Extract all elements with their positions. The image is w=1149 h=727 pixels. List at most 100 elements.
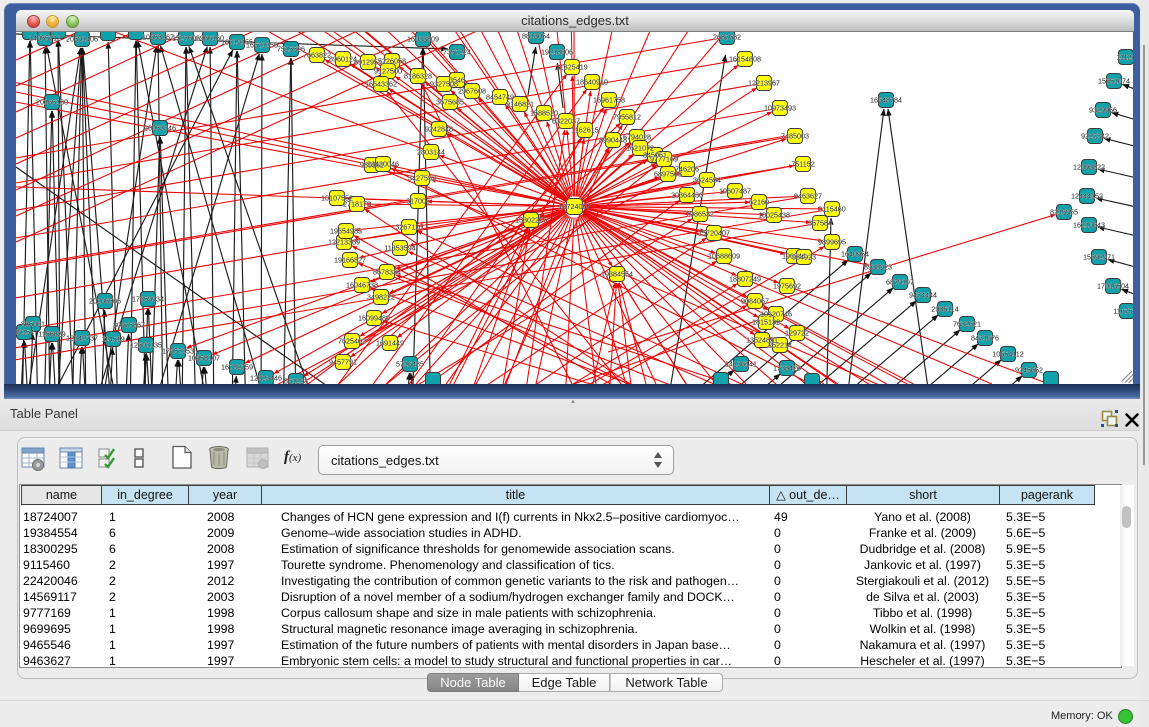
svg-text:12213369: 12213369	[328, 238, 360, 247]
svg-text:5716485: 5716485	[396, 360, 424, 369]
svg-text:15692971: 15692971	[1083, 253, 1115, 262]
svg-text:9777169: 9777169	[650, 155, 678, 164]
svg-text:8938923: 8938923	[864, 263, 892, 272]
svg-text:934923: 934923	[792, 253, 816, 262]
svg-text:39154: 39154	[16, 328, 34, 337]
svg-text:10688609: 10688609	[708, 252, 740, 261]
svg-text:16543362: 16543362	[365, 80, 397, 89]
svg-text:861223: 861223	[284, 377, 308, 385]
svg-text:317006: 317006	[406, 197, 430, 206]
svg-text:16648784: 16648784	[870, 96, 902, 105]
svg-text:7955812: 7955812	[613, 113, 641, 122]
svg-text:12342737: 12342737	[66, 334, 98, 343]
svg-text:1640954: 1640954	[841, 250, 869, 259]
svg-text:12093822: 12093822	[1073, 163, 1105, 172]
svg-text:16033809: 16033809	[407, 35, 439, 44]
svg-text:10025438: 10025438	[758, 211, 790, 220]
svg-text:1167533: 1167533	[1113, 307, 1133, 316]
svg-text:14055712: 14055712	[29, 34, 61, 43]
svg-text:8215955: 8215955	[1050, 208, 1078, 217]
svg-text:3267110: 3267110	[395, 223, 422, 232]
svg-text:16961758: 16961758	[593, 96, 625, 105]
svg-text:9084067: 9084067	[741, 297, 769, 306]
svg-text:12444152: 12444152	[1071, 192, 1103, 201]
svg-text:26053346: 26053346	[144, 124, 176, 133]
svg-text:8960124: 8960124	[329, 55, 357, 64]
svg-text:252214: 252214	[768, 341, 792, 350]
svg-text:10607487: 10607487	[719, 187, 751, 196]
svg-text:10958107: 10958107	[188, 354, 220, 363]
svg-text:2967608: 2967608	[458, 87, 486, 96]
svg-text:3427552: 3427552	[408, 174, 436, 183]
svg-text:6322037: 6322037	[552, 117, 580, 126]
svg-text:9457791: 9457791	[329, 358, 357, 367]
svg-text:8678334: 8678334	[373, 268, 401, 277]
svg-text:7485003: 7485003	[781, 132, 809, 141]
svg-text:2935114: 2935114	[931, 305, 958, 314]
svg-text:1815132: 1815132	[752, 318, 780, 327]
svg-text:10654112: 10654112	[992, 350, 1023, 359]
svg-text:9127500: 9127500	[374, 67, 402, 76]
svg-text:1733426: 1733426	[773, 364, 801, 373]
svg-text:18640910: 18640910	[576, 78, 608, 87]
svg-text:6966160: 6966160	[196, 34, 224, 43]
svg-text:3624554: 3624554	[693, 176, 721, 185]
svg-text:19384554: 19384554	[601, 270, 633, 279]
svg-text:14136141: 14136141	[725, 360, 757, 369]
svg-text:9899695: 9899695	[818, 238, 846, 247]
svg-text:7663822: 7663822	[303, 51, 331, 60]
svg-text:1156829: 1156829	[38, 330, 65, 339]
svg-text:8186328: 8186328	[404, 72, 432, 81]
svg-text:30975867: 30975867	[113, 321, 145, 330]
svg-text:1691449: 1691449	[376, 339, 404, 348]
svg-text:751152: 751152	[791, 160, 814, 169]
svg-text:20165130: 20165130	[36, 98, 68, 107]
svg-text:6794028: 6794028	[623, 133, 651, 142]
svg-text:3675685: 3675685	[436, 98, 464, 107]
svg-text:16099489: 16099489	[358, 314, 390, 323]
svg-text:114519: 114519	[101, 335, 124, 344]
svg-text:8813054: 8813054	[522, 32, 550, 41]
svg-text:15720407: 15720407	[698, 229, 730, 238]
svg-text:62160: 62160	[749, 198, 769, 207]
svg-text:20206506: 20206506	[89, 297, 121, 306]
svg-text:10653267: 10653267	[142, 33, 174, 42]
svg-text:23420046: 23420046	[367, 160, 399, 169]
svg-text:19166827: 19166827	[334, 256, 366, 265]
svg-text:9242848: 9242848	[425, 125, 453, 134]
svg-text:12213967: 12213967	[748, 79, 780, 88]
svg-text:7625402: 7625402	[338, 337, 366, 346]
svg-text:10107552: 10107552	[321, 194, 353, 203]
svg-text:19654983: 19654983	[330, 227, 362, 236]
svg-text:7357224: 7357224	[443, 48, 471, 57]
svg-text:20691406: 20691406	[66, 35, 98, 44]
svg-text:15751074: 15751074	[1098, 77, 1130, 86]
svg-text:7632621: 7632621	[953, 320, 981, 329]
svg-text:9463627: 9463627	[794, 192, 822, 201]
svg-text:16046738: 16046738	[346, 281, 378, 290]
svg-text:18724007: 18724007	[559, 202, 591, 211]
svg-text:17359934: 17359934	[132, 295, 164, 304]
svg-text:6897508: 6897508	[654, 170, 682, 179]
svg-text:11353594: 11353594	[384, 244, 415, 253]
svg-text:9227342: 9227342	[1081, 132, 1109, 141]
svg-text:18807249: 18807249	[729, 275, 761, 284]
svg-text:17016504: 17016504	[1097, 282, 1129, 291]
svg-text:6879197: 6879197	[886, 278, 914, 287]
svg-text:3546: 3546	[449, 76, 465, 85]
svg-text:2687682: 2687682	[713, 33, 741, 42]
svg-text:11124: 11124	[1117, 53, 1133, 62]
svg-text:16782759: 16782759	[221, 363, 253, 372]
svg-text:9245652: 9245652	[1015, 366, 1043, 375]
svg-text:9474444: 9474444	[909, 291, 937, 300]
svg-text:7515526: 7515526	[277, 45, 305, 54]
svg-text:16210643: 16210643	[1073, 221, 1105, 230]
svg-text:357584: 357584	[808, 219, 832, 228]
svg-text:9146821: 9146821	[506, 100, 534, 109]
svg-text:3498222: 3498222	[367, 293, 395, 302]
svg-text:20364436: 20364436	[671, 191, 703, 200]
svg-text:8471676: 8471676	[971, 334, 999, 343]
svg-text:1162615: 1162615	[571, 126, 598, 135]
svg-text:9329966: 9329966	[1089, 106, 1117, 115]
svg-text:16671355: 16671355	[246, 41, 278, 50]
